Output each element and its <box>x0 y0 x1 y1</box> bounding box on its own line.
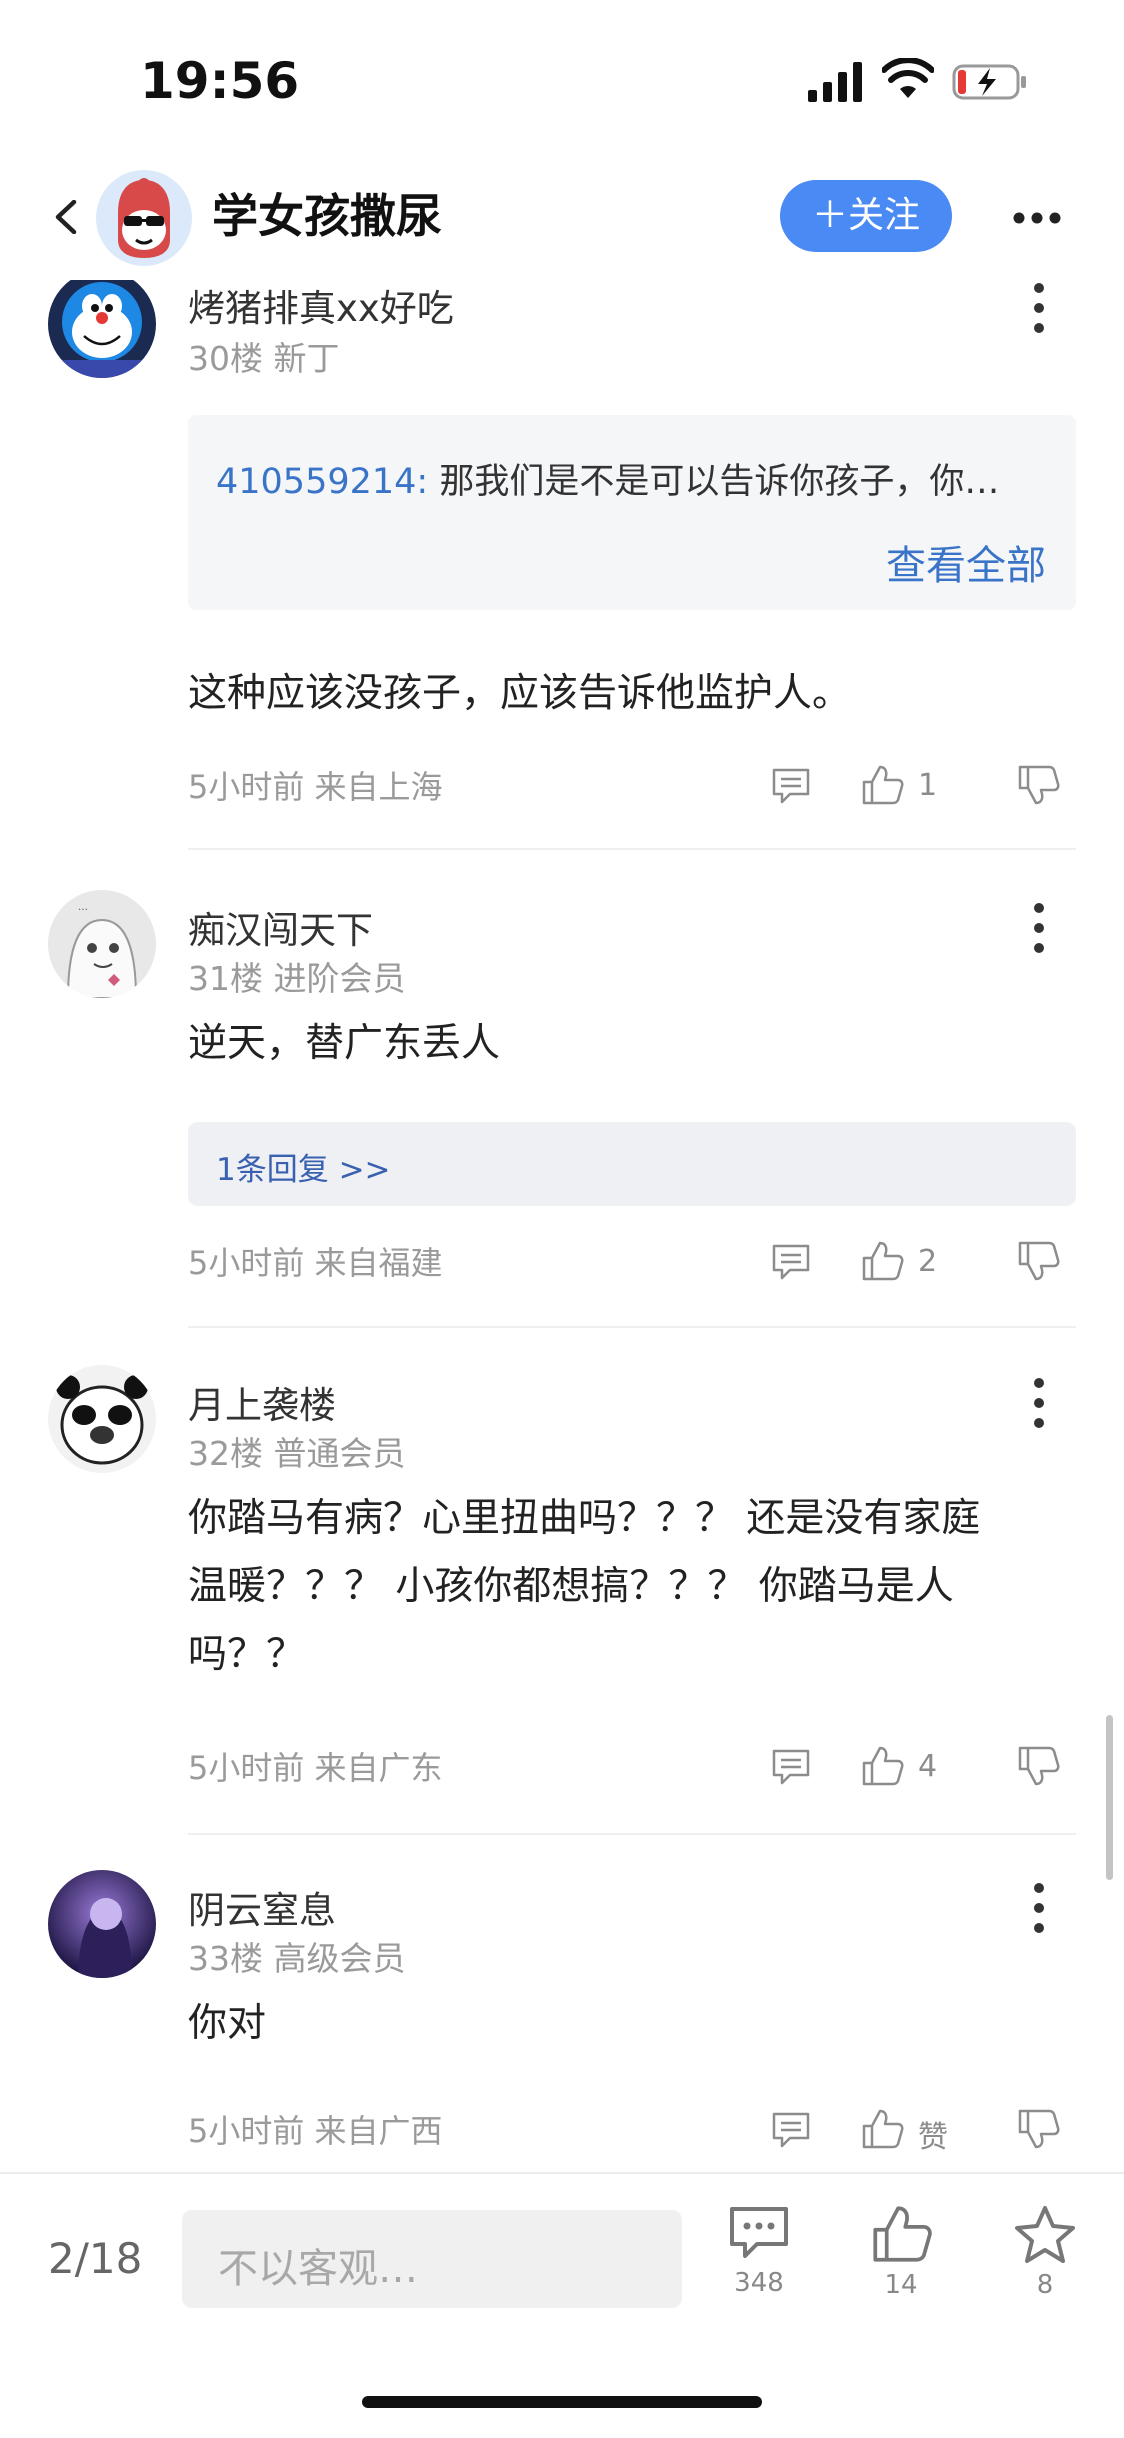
member-level: 进阶会员 <box>273 959 406 998</box>
thumbs-up-icon[interactable] <box>860 1745 904 1787</box>
comment-divider <box>188 1326 1076 1328</box>
user-avatar[interactable] <box>48 280 156 378</box>
wifi-icon <box>882 58 934 98</box>
thumbs-down-icon[interactable] <box>1016 1240 1060 1282</box>
comment-text: 你对 <box>188 2001 267 2046</box>
username[interactable]: 烤猪排真xx好吃 <box>188 280 454 332</box>
thumbs-up-icon <box>873 2206 932 2262</box>
comment-item: 烤猪排真xx好吃 30楼 新丁 410559214: 那我们是不是可以告诉你孩子… <box>0 280 1124 850</box>
more-vertical-icon[interactable] <box>1024 280 1054 336</box>
comment-text-line: 吗？？ <box>188 1632 306 1677</box>
comment-text-line: 你踏马有病？心里扭曲吗？？？ 还是没有家庭 <box>188 1496 981 1541</box>
floor-number: 31楼 <box>188 959 263 998</box>
username[interactable]: 阴云窒息 <box>188 1880 336 1934</box>
more-horizontal-icon[interactable] <box>1012 208 1062 228</box>
thumbs-down-icon[interactable] <box>1016 764 1060 806</box>
follow-button[interactable]: ＋关注 <box>780 180 952 252</box>
floor-info: 30楼 新丁 <box>188 332 340 380</box>
floor-info: 33楼 高级会员 <box>188 1932 406 1980</box>
home-indicator[interactable] <box>362 2396 762 2408</box>
scroll-indicator[interactable] <box>1106 1715 1113 1880</box>
comments-count: 348 <box>734 2268 784 2298</box>
floor-number: 33楼 <box>188 1939 263 1978</box>
user-avatar[interactable] <box>48 1365 156 1473</box>
see-all-link[interactable]: 查看全部 <box>886 533 1046 591</box>
comment-text: 你踏马有病？心里扭曲吗？？？ 还是没有家庭 温暖？？？ 小孩你都想搞？？？ 你踏… <box>188 1485 1068 1689</box>
back-arrow-icon[interactable] <box>50 200 84 234</box>
svg-text:…: … <box>78 902 88 913</box>
comment-list[interactable]: 烤猪排真xx好吃 30楼 新丁 410559214: 那我们是不是可以告诉你孩子… <box>0 280 1124 2170</box>
username[interactable]: 月上袭楼 <box>188 1375 336 1429</box>
status-time: 19:56 <box>140 52 300 110</box>
likes-count: 14 <box>884 2270 918 2300</box>
floor-info: 31楼 进阶会员 <box>188 952 406 1000</box>
username[interactable]: 痴汉闯天下 <box>188 900 373 954</box>
like-count: 4 <box>918 1749 938 1784</box>
battery-charging-icon <box>952 64 1026 100</box>
like-count: 2 <box>918 1244 938 1279</box>
comment-divider <box>188 848 1076 850</box>
comment-text: 这种应该没孩子，应该告诉他监护人。 <box>188 671 852 716</box>
comment-text-line: 温暖？？？ 小孩你都想搞？？？ 你踏马是人 <box>188 1564 954 1609</box>
comment-bubble-icon[interactable] <box>770 1747 812 1787</box>
comment-time-location: 5小时前 来自福建 <box>188 1244 443 1282</box>
replies-label[interactable]: 1条回复 >> <box>216 1144 391 1189</box>
comment-bubble-icon[interactable] <box>770 766 812 806</box>
more-vertical-icon[interactable] <box>1024 1375 1054 1431</box>
quote-text: 那我们是不是可以告诉你孩子，你… <box>428 462 1000 502</box>
floor-number: 32楼 <box>188 1434 263 1473</box>
group-title: 学女孩撒尿 <box>212 189 442 243</box>
comment-time-location: 5小时前 来自广东 <box>188 1749 443 1787</box>
like-count: 1 <box>918 768 938 803</box>
floor-info: 32楼 普通会员 <box>188 1427 406 1475</box>
user-avatar[interactable]: … <box>48 890 156 998</box>
like-label: 赞 <box>918 2120 948 2155</box>
comment-bubble-icon <box>730 2207 788 2258</box>
comment-text: 逆天，替广东丢人 <box>188 1021 501 1066</box>
comments-button[interactable]: 348 <box>704 2204 814 2324</box>
member-level: 普通会员 <box>273 1434 406 1473</box>
quoted-comment[interactable]: 410559214: 那我们是不是可以告诉你孩子，你… 查看全部 <box>188 415 1076 610</box>
thumbs-up-icon[interactable] <box>860 2108 904 2150</box>
like-post-button[interactable]: 14 <box>846 2204 956 2324</box>
comment-input-placeholder: 不以客观… <box>218 2246 418 2292</box>
header: 学女孩撒尿 ＋关注 <box>0 150 1124 280</box>
favorites-count: 8 <box>1036 2270 1054 2300</box>
thumbs-up-icon[interactable] <box>860 764 904 806</box>
thumbs-up-icon[interactable] <box>860 1240 904 1282</box>
comment-time-location: 5小时前 来自上海 <box>188 768 443 806</box>
comment-item: 月上袭楼 32楼 普通会员 你踏马有病？心里扭曲吗？？？ 还是没有家庭 温暖？？… <box>0 1365 1124 1875</box>
comment-bubble-icon[interactable] <box>770 1242 812 1282</box>
member-level: 新丁 <box>273 339 340 378</box>
member-level: 高级会员 <box>273 1939 406 1978</box>
quote-line: 410559214: 那我们是不是可以告诉你孩子，你… <box>216 453 1056 504</box>
page-indicator[interactable]: 2/18 <box>48 2234 142 2283</box>
comment-item: 阴云窒息 33楼 高级会员 你对 5小时前 来自广西 赞 <box>0 1870 1124 2170</box>
thumbs-down-icon[interactable] <box>1016 2108 1060 2150</box>
comment-item: … 痴汉闯天下 31楼 进阶会员 逆天，替广东丢人 1条回复 >> 5小时前 来… <box>0 890 1124 1360</box>
star-icon <box>1015 2206 1075 2263</box>
status-bar: 19:56 <box>0 0 1124 150</box>
comment-input[interactable]: 不以客观… <box>182 2210 682 2308</box>
replies-link[interactable]: 1条回复 >> <box>188 1122 1076 1206</box>
group-avatar[interactable] <box>96 170 192 266</box>
more-vertical-icon[interactable] <box>1024 900 1054 956</box>
favorite-button[interactable]: 8 <box>990 2204 1100 2324</box>
comment-bubble-icon[interactable] <box>770 2110 812 2150</box>
thumbs-down-icon[interactable] <box>1016 1745 1060 1787</box>
user-avatar[interactable] <box>48 1870 156 1978</box>
floor-number: 30楼 <box>188 339 263 378</box>
more-vertical-icon[interactable] <box>1024 1880 1054 1936</box>
cellular-signal-icon <box>808 62 862 102</box>
comment-divider <box>188 1833 1076 1835</box>
comment-time-location: 5小时前 来自广西 <box>188 2112 443 2150</box>
quote-user-id[interactable]: 410559214: <box>216 462 428 502</box>
